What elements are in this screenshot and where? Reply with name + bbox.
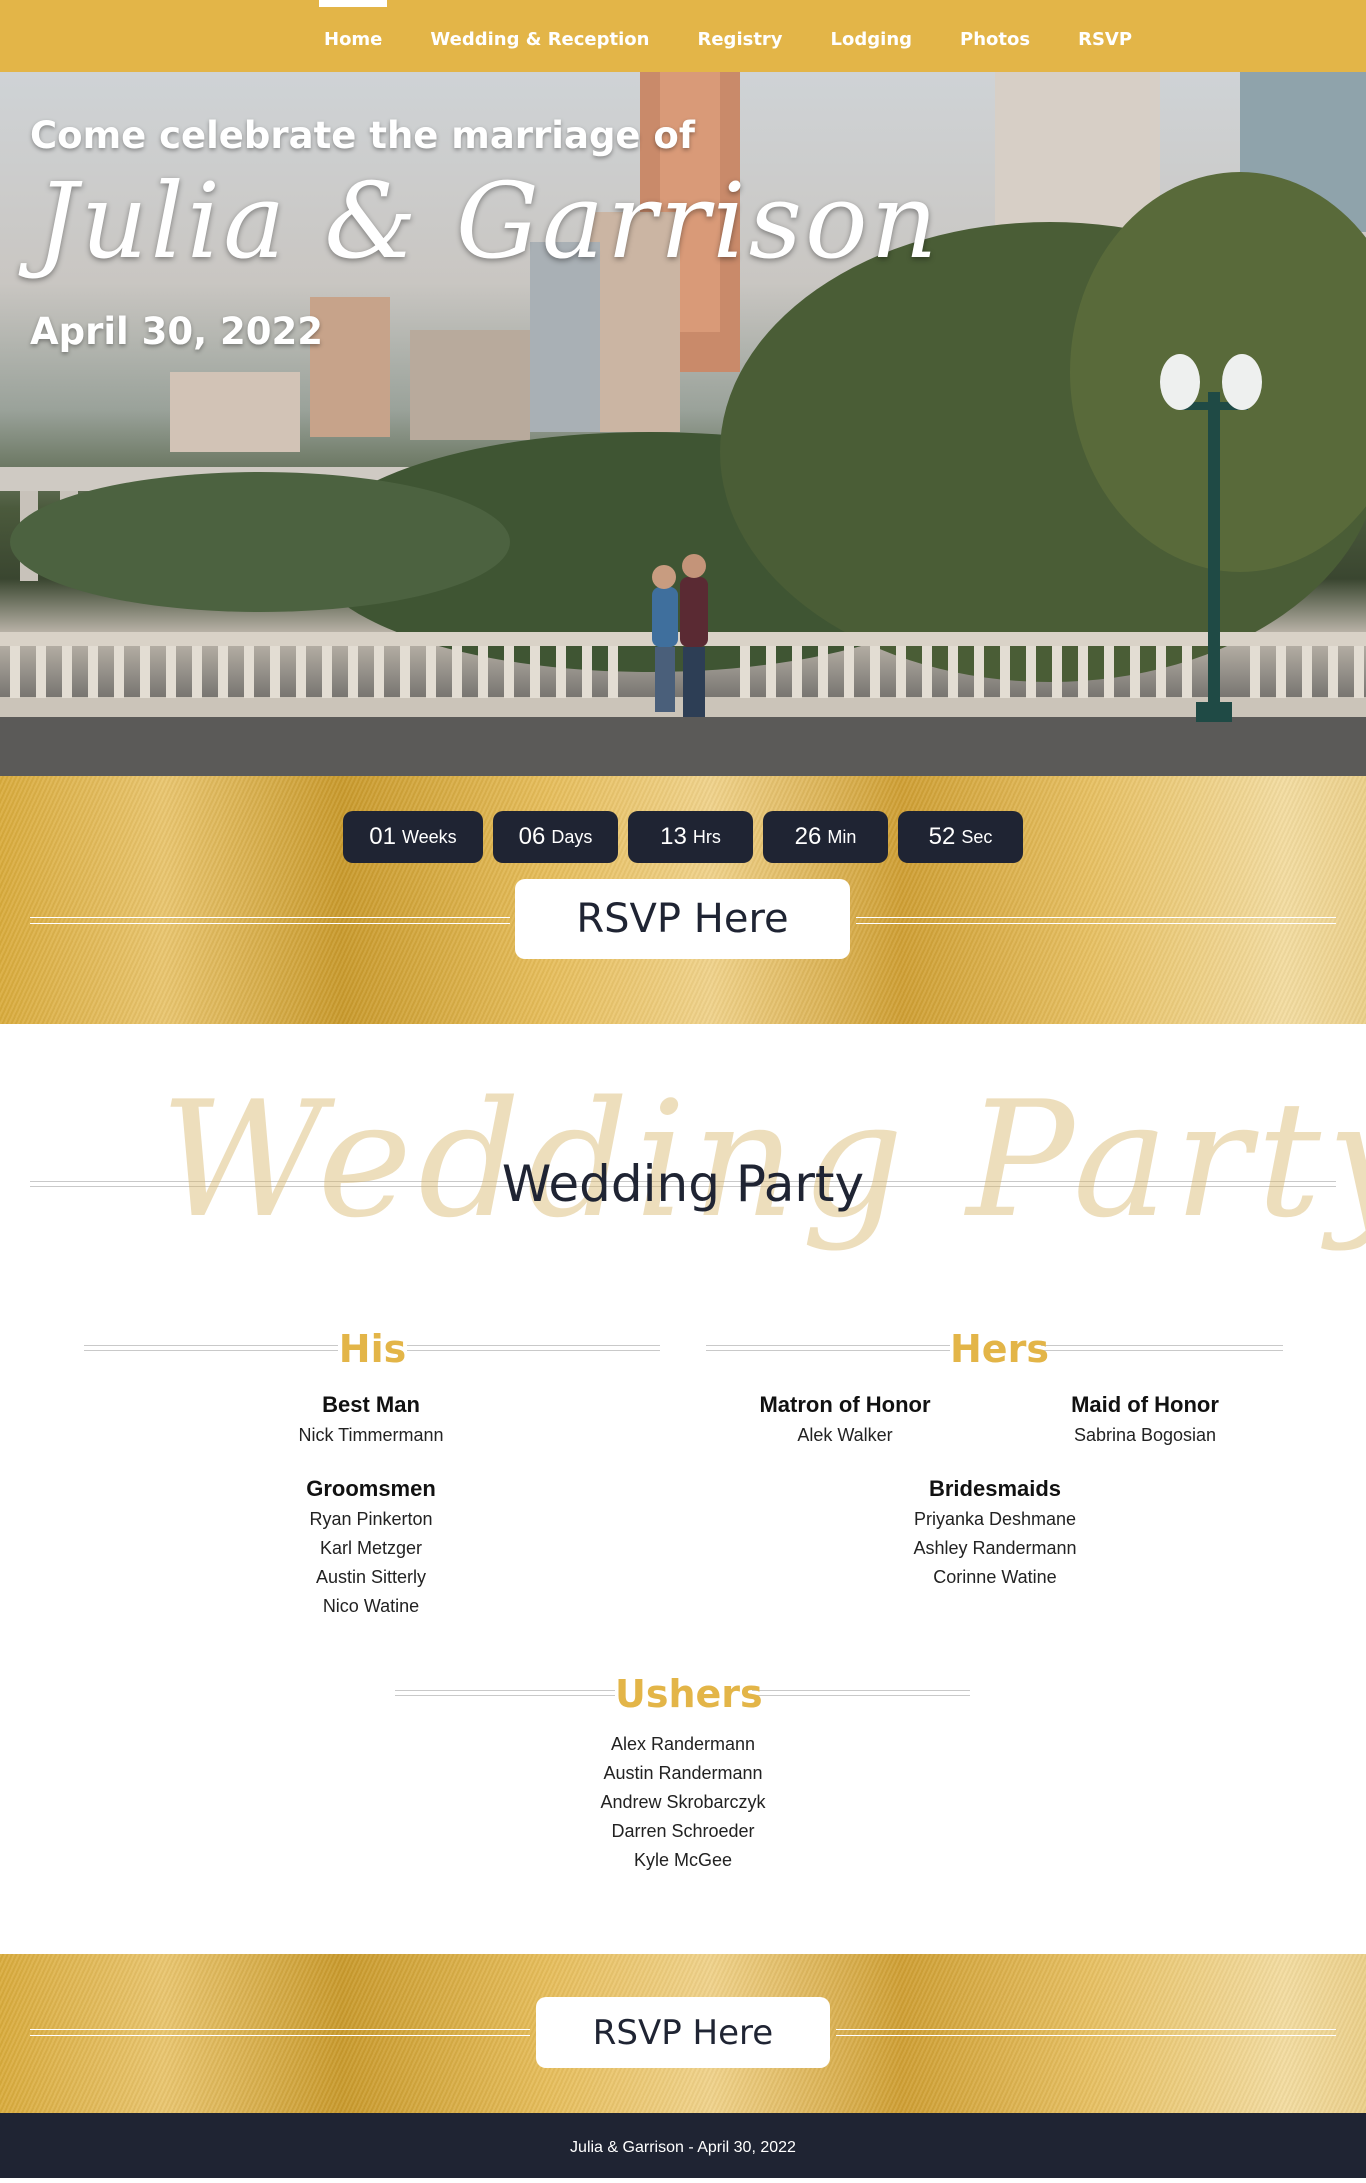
list-item: Kyle McGee (633, 1850, 733, 1870)
list-item: Ryan Pinkerton (309, 1509, 433, 1529)
nav-rsvp[interactable]: RSVP (1054, 0, 1156, 72)
nav-lodging[interactable]: Lodging (807, 0, 936, 72)
hers-heading: Hers (950, 1327, 1049, 1371)
couple-names: Julia & Garrison (36, 160, 941, 282)
his-rule-left (84, 1345, 338, 1351)
maid-of-honor-name: Sabrina Bogosian (1073, 1425, 1217, 1445)
rsvp-button-bottom[interactable]: RSVP Here (536, 1997, 830, 2068)
band-divider-left (30, 2029, 530, 2036)
nav-home[interactable]: Home (300, 0, 406, 72)
countdown-days: 06 Days (493, 811, 618, 863)
countdown-unit: Hrs (692, 826, 721, 847)
best-man-name: Nick Timmermann (298, 1425, 444, 1445)
band-divider-right (856, 917, 1336, 924)
top-navigation: Home Wedding & Reception Registry Lodgin… (0, 0, 1366, 72)
countdown-unit: Sec (961, 826, 993, 847)
list-item: Corinne Watine (933, 1567, 1057, 1587)
matron-of-honor-name: Alek Walker (797, 1425, 893, 1445)
bridesmaids-role: Bridesmaids (928, 1476, 1062, 1501)
list-item: Karl Metzger (319, 1538, 423, 1558)
nav-photos[interactable]: Photos (936, 0, 1054, 72)
his-rule-right (407, 1345, 660, 1351)
hero-intro-text: Come celebrate the marriage of (30, 114, 695, 157)
countdown-value: 01 (369, 823, 396, 850)
countdown-value: 13 (660, 823, 687, 850)
nav-registry[interactable]: Registry (673, 0, 806, 72)
hero-photo: Come celebrate the marriage of Julia & G… (0, 72, 1366, 776)
countdown-unit: Weeks (402, 826, 457, 847)
list-item: Andrew Skrobarczyk (600, 1792, 766, 1812)
groomsmen-list: Ryan Pinkerton Karl Metzger Austin Sitte… (221, 1505, 521, 1621)
maid-of-honor-role: Maid of Honor (1071, 1392, 1219, 1417)
countdown-minutes: 26 Min (763, 811, 888, 863)
ushers-rule-right (752, 1690, 970, 1696)
countdown-unit: Days (551, 826, 593, 847)
countdown-weeks: 01 Weeks (343, 811, 483, 863)
best-man-role: Best Man (322, 1392, 420, 1417)
nav-wedding-reception[interactable]: Wedding & Reception (406, 0, 673, 72)
wedding-date: April 30, 2022 (30, 310, 324, 353)
list-item: Nico Watine (322, 1596, 420, 1616)
countdown-unit: Min (827, 826, 857, 847)
list-item: Alex Randermann (610, 1734, 756, 1754)
countdown-seconds: 52 Sec (898, 811, 1023, 863)
list-item: Priyanka Deshmane (913, 1509, 1077, 1529)
countdown-value: 52 (928, 823, 956, 850)
band-divider-left (30, 917, 510, 924)
list-item: Darren Schroeder (611, 1821, 755, 1841)
hers-rule-left (706, 1345, 950, 1351)
list-item: Austin Randermann (603, 1763, 763, 1783)
ushers-heading: Ushers (615, 1672, 763, 1716)
hers-rule-right (1041, 1345, 1283, 1351)
ushers-list: Alex Randermann Austin Randermann Andrew… (533, 1730, 833, 1875)
footer: Julia & Garrison - April 30, 2022 (0, 2113, 1366, 2178)
groomsmen-role: Groomsmen (306, 1476, 436, 1501)
ushers-rule-left (395, 1690, 615, 1696)
rsvp-button-top[interactable]: RSVP Here (515, 879, 850, 959)
his-heading: His (338, 1327, 407, 1371)
list-item: Austin Sitterly (315, 1567, 427, 1587)
bridesmaids-list: Priyanka Deshmane Ashley Randermann Cori… (845, 1505, 1145, 1592)
band-divider-right (836, 2029, 1336, 2036)
countdown-timer: 01 Weeks 06 Days 13 Hrs 26 Min 52 Sec (343, 811, 1023, 863)
list-item: Ashley Randermann (913, 1538, 1077, 1558)
countdown-value: 06 (518, 823, 546, 850)
wedding-party-title: Wedding Party (501, 1155, 865, 1213)
matron-of-honor-role: Matron of Honor (759, 1392, 931, 1417)
footer-text: Julia & Garrison - April 30, 2022 (570, 2139, 796, 2156)
countdown-value: 26 (794, 823, 822, 850)
countdown-hours: 13 Hrs (628, 811, 753, 863)
